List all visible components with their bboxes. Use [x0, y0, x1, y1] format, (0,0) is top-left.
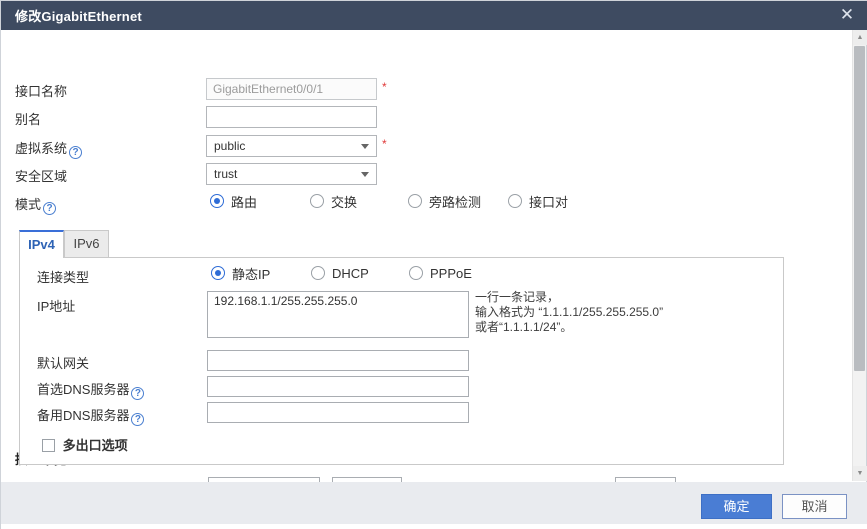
default-gateway-input[interactable] [207, 350, 469, 371]
dialog-body: 接口名称 * 别名 虚拟系统? public * 安全区域 trust 模式? … [1, 30, 854, 481]
help-icon[interactable]: ? [131, 413, 144, 426]
primary-dns-label: 首选DNS服务器? [37, 379, 144, 400]
security-zone-select[interactable]: trust [206, 163, 377, 185]
radio-label: DHCP [332, 266, 369, 281]
connection-radio-dhcp[interactable]: DHCP [311, 265, 369, 281]
radio-label: PPPoE [430, 266, 472, 281]
chevron-down-icon [361, 172, 369, 177]
close-icon[interactable]: ✕ [837, 5, 857, 25]
mode-radio-interface-pair[interactable]: 接口对 [508, 193, 568, 209]
help-icon[interactable]: ? [43, 202, 56, 215]
radio-icon [310, 194, 324, 208]
vertical-scrollbar[interactable]: ▲ ▼ [852, 30, 866, 481]
multi-exit-label: 多出口选项 [63, 438, 128, 453]
secondary-dns-label: 备用DNS服务器? [37, 405, 144, 426]
tab-ipv6[interactable]: IPv6 [64, 230, 109, 258]
tab-ipv4[interactable]: IPv4 [19, 230, 64, 258]
radio-icon [408, 194, 422, 208]
footer-bottom-strip [1, 524, 867, 529]
radio-label: 交换 [331, 192, 357, 211]
ip-format-hint: 一行一条记录， 输入格式为 “1.1.1.1/255.255.255.0” 或者… [475, 290, 663, 335]
scroll-down-icon[interactable]: ▼ [853, 466, 867, 481]
radio-icon [311, 266, 325, 280]
virtual-system-select[interactable]: public [206, 135, 377, 157]
required-asterisk: * [382, 80, 387, 94]
radio-label: 旁路检测 [429, 192, 481, 211]
security-zone-label: 安全区域 [15, 166, 67, 185]
scrollbar-thumb[interactable] [854, 46, 865, 371]
radio-icon [508, 194, 522, 208]
radio-icon [210, 194, 224, 208]
connection-radio-static-ip[interactable]: 静态IP [211, 265, 270, 281]
mode-radio-switch[interactable]: 交换 [310, 193, 357, 209]
multi-exit-option[interactable]: 多出口选项 [42, 435, 128, 454]
cancel-button[interactable]: 取消 [782, 494, 847, 519]
connection-radio-pppoe[interactable]: PPPoE [409, 265, 472, 281]
mode-radio-bypass[interactable]: 旁路检测 [408, 193, 481, 209]
ipv4-panel: 连接类型 静态IP DHCP PPPoE IP地址 192.168.1.1/25… [19, 257, 784, 465]
checkbox-icon[interactable] [42, 439, 55, 452]
required-asterisk: * [382, 137, 387, 151]
alias-label: 别名 [15, 109, 41, 128]
mode-radio-route[interactable]: 路由 [210, 193, 257, 209]
help-icon[interactable]: ? [131, 387, 144, 400]
default-gateway-label: 默认网关 [37, 353, 89, 372]
interface-name-input [206, 78, 377, 100]
security-zone-value: trust [214, 167, 237, 181]
help-icon[interactable]: ? [69, 146, 82, 159]
ok-button[interactable]: 确定 [701, 494, 772, 519]
mode-label: 模式? [15, 194, 56, 215]
modify-interface-dialog: 修改GigabitEthernet ✕ 接口名称 * 别名 虚拟系统? publ… [0, 0, 867, 529]
virtual-system-label: 虚拟系统? [15, 138, 82, 159]
chevron-down-icon [361, 144, 369, 149]
dialog-header: 修改GigabitEthernet ✕ [1, 1, 867, 30]
dialog-footer: 确定 取消 [1, 482, 867, 524]
interface-name-label: 接口名称 [15, 81, 67, 100]
ip-address-textarea[interactable]: 192.168.1.1/255.255.255.0 [207, 291, 469, 338]
radio-icon [409, 266, 423, 280]
dialog-title: 修改GigabitEthernet [1, 6, 142, 25]
ip-address-label: IP地址 [37, 296, 75, 315]
secondary-dns-input[interactable] [207, 402, 469, 423]
scroll-up-icon[interactable]: ▲ [853, 30, 867, 45]
virtual-system-value: public [214, 139, 245, 153]
connection-type-label: 连接类型 [37, 267, 89, 286]
radio-label: 接口对 [529, 192, 568, 211]
primary-dns-input[interactable] [207, 376, 469, 397]
radio-label: 路由 [231, 192, 257, 211]
alias-input[interactable] [206, 106, 377, 128]
radio-icon [211, 266, 225, 280]
radio-label: 静态IP [232, 264, 270, 283]
